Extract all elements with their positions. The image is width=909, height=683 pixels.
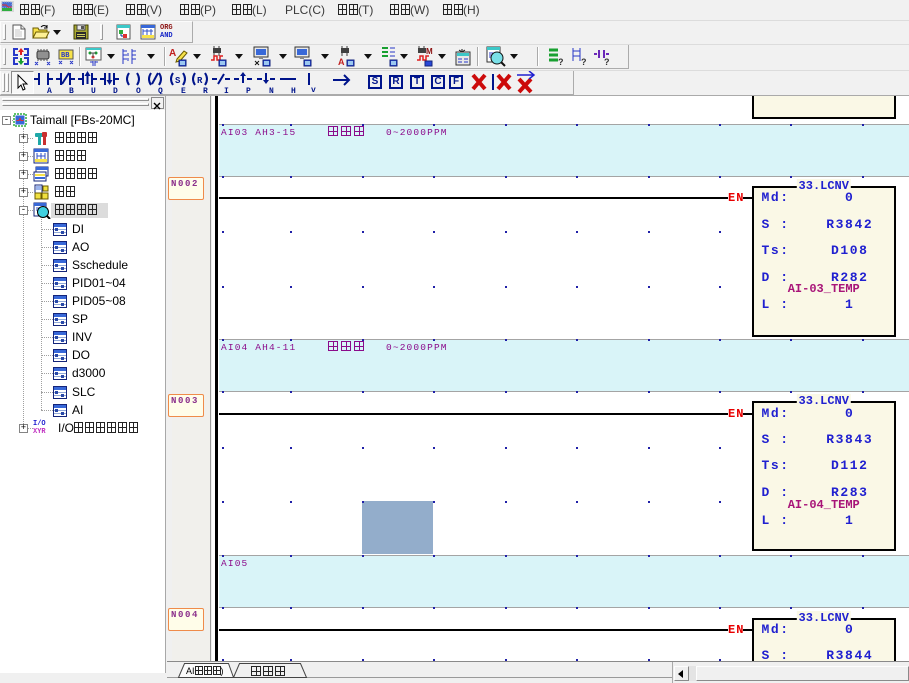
- svg-text:E: E: [181, 87, 186, 94]
- svg-text:?: ?: [581, 57, 587, 67]
- svg-text:O: O: [136, 87, 141, 94]
- svg-text:H: H: [291, 87, 296, 94]
- svg-text:R: R: [197, 76, 203, 86]
- svg-text:A: A: [47, 87, 52, 94]
- svg-text:Q: Q: [158, 87, 163, 94]
- svg-text:BB: BB: [61, 52, 70, 60]
- svg-text:S: S: [175, 76, 181, 86]
- svg-text:N: N: [269, 87, 274, 94]
- svg-text:R: R: [203, 87, 208, 94]
- svg-text:D: D: [113, 87, 118, 94]
- svg-text:v: v: [311, 86, 316, 94]
- svg-text:?: ?: [604, 57, 610, 67]
- svg-text:B: B: [69, 87, 74, 94]
- svg-text:I: I: [224, 87, 229, 94]
- svg-text:A: A: [169, 48, 176, 59]
- svg-text:?: ?: [558, 57, 564, 67]
- svg-text:A: A: [338, 57, 345, 67]
- svg-text:U: U: [91, 87, 96, 94]
- svg-text:M: M: [426, 47, 433, 56]
- svg-text:P: P: [246, 87, 251, 94]
